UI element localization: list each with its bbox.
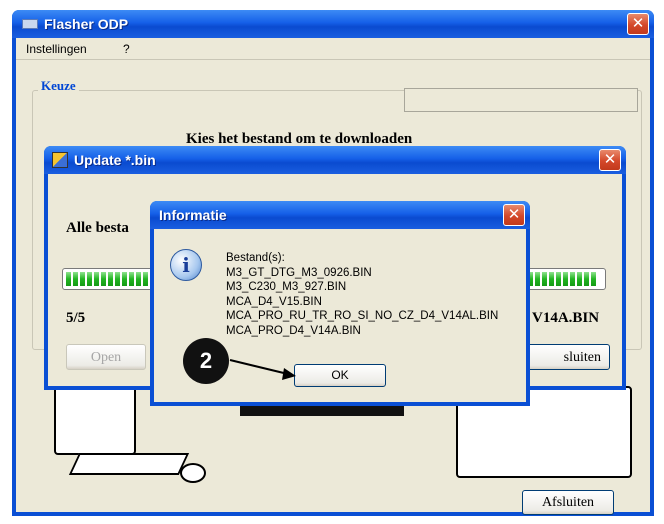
menu-help[interactable]: ?: [123, 42, 130, 56]
open-button-label: Open: [90, 350, 122, 365]
progress-segment: [535, 272, 540, 286]
progress-segment: [87, 272, 92, 286]
file-list-item: MCA_D4_V15.BIN: [226, 295, 322, 308]
file-list-item: M3_C230_M3_927.BIN: [226, 281, 347, 293]
info-heading: Bestand(s):: [226, 252, 285, 264]
right-partial-filename: V14A.BIN: [532, 310, 600, 326]
progress-segment: [115, 272, 120, 286]
main-title-bar[interactable]: Flasher ODP ✕: [12, 10, 654, 38]
progress-segment: [136, 272, 141, 286]
info-icon: i: [170, 249, 202, 281]
mouse-shape: [180, 463, 206, 483]
top-right-field: [404, 88, 638, 112]
file-list-item: MCA_PRO_D4_V14A.BIN: [226, 324, 361, 337]
monitor-shape: [54, 383, 136, 455]
progress-segment: [80, 272, 85, 286]
update-app-icon: [52, 152, 68, 168]
keuze-group-label: Keuze: [38, 78, 79, 94]
main-close-label: Afsluiten: [541, 495, 595, 510]
update-dialog-title: Update *.bin: [74, 152, 156, 168]
progress-segment: [122, 272, 127, 286]
open-button[interactable]: Open: [66, 344, 146, 370]
info-dialog-title: Informatie: [159, 207, 227, 223]
info-title-bar[interactable]: Informatie ✕: [150, 201, 530, 229]
progress-segment: [94, 272, 99, 286]
file-list-item: M3_GT_DTG_M3_0926.BIN: [226, 266, 372, 279]
update-status-text: Alle besta: [66, 220, 129, 236]
app-icon: [22, 19, 38, 29]
progress-segment: [66, 272, 71, 286]
info-message: Bestand(s): M3_GT_DTG_M3_0926.BIN M3_C23…: [226, 251, 498, 338]
progress-segment: [577, 272, 582, 286]
progress-segment: [542, 272, 547, 286]
main-window-title: Flasher ODP: [44, 16, 129, 32]
progress-segment: [101, 272, 106, 286]
file-list-item: MCA_PRO_RU_TR_RO_SI_NO_CZ_D4_V14AL.BIN: [226, 310, 499, 322]
progress-count: 5/5: [66, 310, 86, 326]
keyboard-shape: [68, 453, 190, 475]
info-close-icon[interactable]: ✕: [503, 204, 525, 226]
progress-segment: [73, 272, 78, 286]
menu-bar: Instellingen ?: [16, 38, 650, 60]
progress-segment: [143, 272, 148, 286]
progress-segment: [563, 272, 568, 286]
progress-segment: [584, 272, 589, 286]
callout-badge: 2: [183, 338, 229, 384]
update-title-bar[interactable]: Update *.bin ✕: [44, 146, 626, 174]
menu-instellingen[interactable]: Instellingen: [26, 42, 87, 56]
progress-segment: [570, 272, 575, 286]
ok-button-label: OK: [331, 368, 349, 382]
main-close-button[interactable]: Afsluiten: [522, 490, 614, 515]
progress-segment: [591, 272, 596, 286]
progress-segment: [549, 272, 554, 286]
main-close-icon[interactable]: ✕: [627, 13, 649, 35]
progress-segment: [108, 272, 113, 286]
progress-segment: [129, 272, 134, 286]
update-close-button[interactable]: sluiten: [526, 344, 610, 370]
callout-number: 2: [199, 348, 213, 373]
update-close-label: sluiten: [563, 350, 601, 365]
progress-segment: [556, 272, 561, 286]
update-close-icon[interactable]: ✕: [599, 149, 621, 171]
